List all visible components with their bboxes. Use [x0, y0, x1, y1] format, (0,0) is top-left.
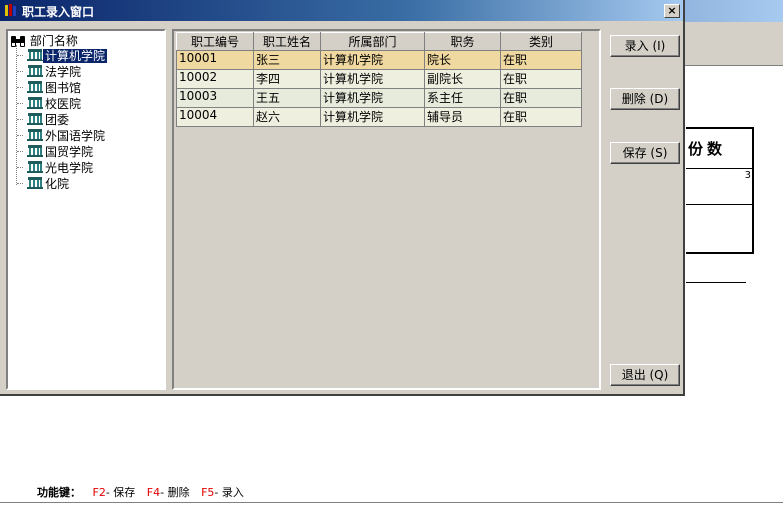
cell-department[interactable]: 计算机学院 — [320, 69, 425, 89]
column-header-category[interactable]: 类别 — [500, 32, 582, 51]
tree-item[interactable]: 化院 — [17, 175, 71, 192]
tree-item-label: 校医院 — [45, 97, 82, 111]
report-box: 份数 3 — [686, 127, 754, 254]
report-box-row: 3 — [686, 170, 752, 205]
cell-category[interactable]: 在职 — [500, 88, 582, 108]
cell-category[interactable]: 在职 — [500, 69, 582, 89]
cell-position[interactable]: 系主任 — [424, 88, 501, 108]
table-row[interactable]: 10004 赵六 计算机学院 辅导员 在职 — [176, 107, 582, 127]
tree-root[interactable]: 部门名称 — [10, 32, 78, 48]
save-button[interactable]: 保存 (S) — [610, 142, 680, 164]
building-icon — [27, 160, 43, 176]
cell-employee-id[interactable]: 10004 — [176, 107, 254, 127]
tree-item-label: 法学院 — [45, 65, 82, 79]
tree-connector — [16, 45, 17, 185]
table-row[interactable]: 10001 张三 计算机学院 院长 在职 — [176, 50, 582, 70]
app-icon — [5, 4, 16, 16]
background-bottom-divider — [0, 502, 783, 503]
building-icon — [27, 96, 43, 112]
tree-root-label: 部门名称 — [29, 34, 78, 48]
cell-department[interactable]: 计算机学院 — [320, 88, 425, 108]
tree-item-label: 外国语学院 — [45, 129, 106, 143]
cell-employee-id[interactable]: 10001 — [176, 50, 254, 70]
building-icon — [27, 64, 43, 80]
tree-branch-line — [17, 71, 23, 72]
building-icon — [27, 176, 43, 192]
column-header-department[interactable]: 所属部门 — [320, 32, 425, 51]
function-key-label: 功能键： — [37, 486, 81, 499]
tree-item[interactable]: 图书馆 — [17, 79, 83, 96]
cell-employee-id[interactable]: 10002 — [176, 69, 254, 89]
binoculars-icon — [11, 36, 25, 47]
exit-button[interactable]: 退出 (Q) — [610, 364, 680, 386]
function-key-f5: F5 — [201, 486, 215, 499]
column-header-employee-name[interactable]: 职工姓名 — [253, 32, 321, 51]
tree-branch-line — [17, 87, 23, 88]
report-box-heading: 份数 — [686, 129, 752, 169]
tree-branch-line — [17, 55, 23, 56]
tree-item-label: 团委 — [45, 113, 70, 127]
tree-item[interactable]: 国贸学院 — [17, 143, 95, 160]
cell-position[interactable]: 副院长 — [424, 69, 501, 89]
cell-position[interactable]: 院长 — [424, 50, 501, 70]
tree-item-label: 光电学院 — [45, 161, 94, 175]
grid-header-row: 职工编号 职工姓名 所属部门 职务 类别 — [176, 32, 582, 51]
cell-employee-name[interactable]: 赵六 — [253, 107, 321, 127]
cell-employee-name[interactable]: 王五 — [253, 88, 321, 108]
tree-item-label: 国贸学院 — [45, 145, 94, 159]
tree-item[interactable]: 外国语学院 — [17, 127, 107, 144]
function-key-f4-action: - 删除 — [160, 486, 190, 499]
cell-employee-name[interactable]: 李四 — [253, 69, 321, 89]
cell-department[interactable]: 计算机学院 — [320, 50, 425, 70]
column-header-employee-id[interactable]: 职工编号 — [176, 32, 254, 51]
cell-employee-name[interactable]: 张三 — [253, 50, 321, 70]
tree-branch-line — [17, 167, 23, 168]
cell-position[interactable]: 辅导员 — [424, 107, 501, 127]
tree-item[interactable]: 计算机学院 — [17, 47, 109, 64]
tree-branch-line — [17, 119, 23, 120]
background-line — [686, 282, 746, 283]
enter-button[interactable]: 录入 (I) — [610, 35, 680, 57]
table-row[interactable]: 10002 李四 计算机学院 副院长 在职 — [176, 69, 582, 89]
building-icon — [27, 112, 43, 128]
tree-branch-line — [17, 183, 23, 184]
department-tree[interactable]: 部门名称 计算机学院 法学院图书馆校医院团委外国语学院国贸学院光电学院化院 — [6, 29, 166, 390]
building-icon — [27, 80, 43, 96]
cell-employee-id[interactable]: 10003 — [176, 88, 254, 108]
tree-item-label: 化院 — [45, 177, 70, 191]
function-key-bar: 功能键： F2- 保存 F4- 删除 F5- 录入 — [37, 484, 244, 500]
table-row[interactable]: 10003 王五 计算机学院 系主任 在职 — [176, 88, 582, 108]
cell-department[interactable]: 计算机学院 — [320, 107, 425, 127]
tree-item[interactable]: 光电学院 — [17, 159, 95, 176]
cell-category[interactable]: 在职 — [500, 107, 582, 127]
tree-item[interactable]: 校医院 — [17, 95, 83, 112]
building-icon — [27, 144, 43, 160]
dialog-titlebar[interactable]: 职工录入窗口 — [0, 0, 683, 21]
function-key-f4: F4 — [146, 486, 161, 499]
function-key-f2: F2 — [92, 486, 106, 499]
delete-button[interactable]: 删除 (D) — [610, 88, 680, 110]
close-button[interactable]: × — [664, 4, 680, 18]
tree-item-label: 图书馆 — [45, 81, 82, 95]
dialog-title: 职工录入窗口 — [22, 5, 95, 19]
tree-item[interactable]: 法学院 — [17, 63, 83, 80]
function-key-f2-action: - 保存 — [105, 486, 136, 499]
report-box-number: 3 — [744, 170, 751, 181]
tree-branch-line — [17, 135, 23, 136]
tree-item-label: 计算机学院 — [41, 48, 109, 64]
function-key-f5-action: - 录入 — [214, 486, 244, 499]
building-icon — [27, 48, 43, 64]
tree-item[interactable]: 团委 — [17, 111, 71, 128]
employee-entry-dialog: 职工录入窗口 × 部门名称 计算机学院 法学院 图书馆 校医院 团委 外国语学院 国贸学院光… — [0, 0, 685, 396]
tree-branch-line — [17, 103, 23, 104]
employee-grid-panel: 职工编号 职工姓名 所属部门 职务 类别 10001 张三 计算机学院 院长 在职 100… — [172, 29, 601, 390]
cell-category[interactable]: 在职 — [500, 50, 582, 70]
column-header-position[interactable]: 职务 — [424, 32, 501, 51]
building-icon — [27, 128, 43, 144]
employee-grid[interactable]: 职工编号 职工姓名 所属部门 职务 类别 10001 张三 计算机学院 院长 在职 100… — [176, 32, 582, 127]
tree-branch-line — [17, 151, 23, 152]
